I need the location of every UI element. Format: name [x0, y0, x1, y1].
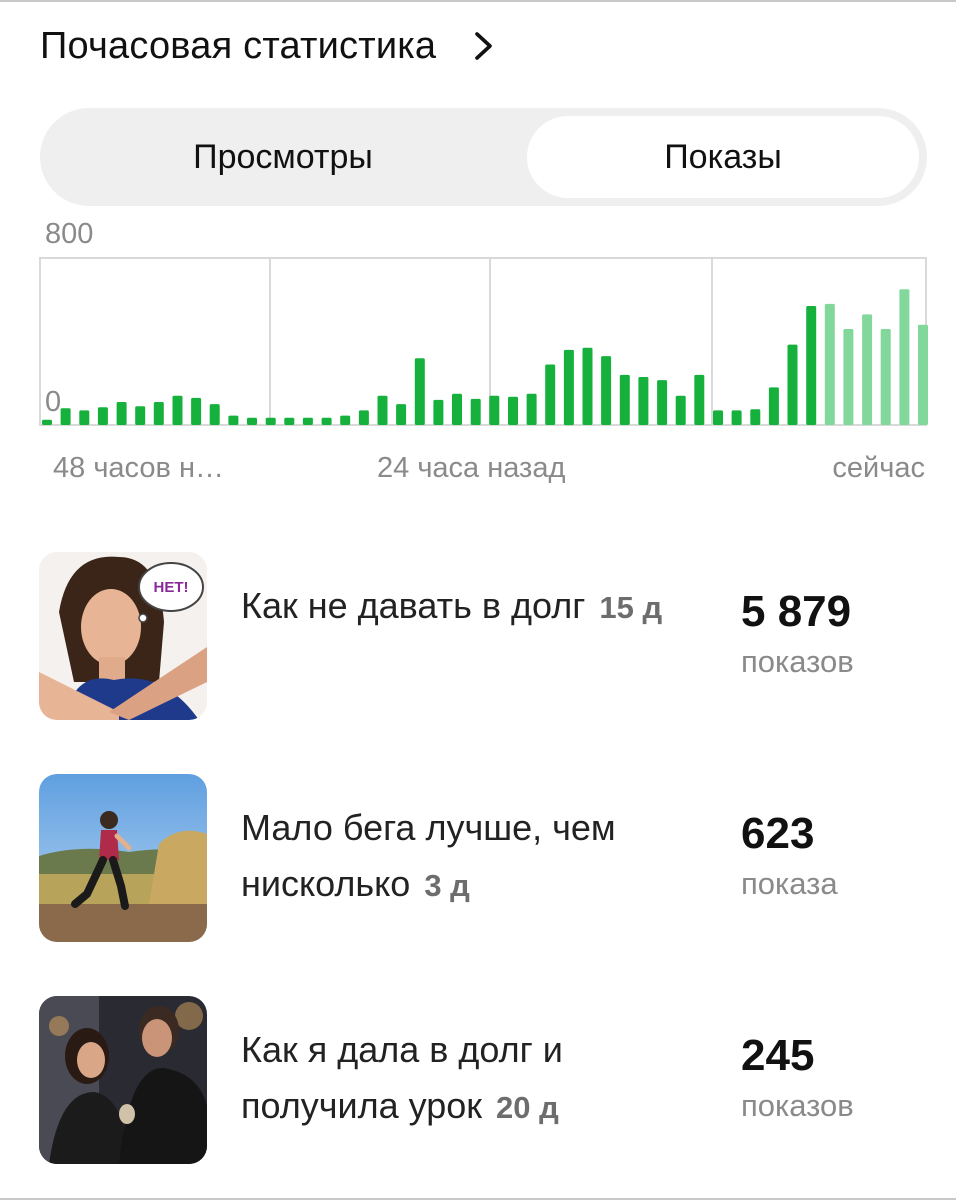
chart-bar	[824, 303, 835, 425]
list-item[interactable]: НЕТ! Как не давать в долг 15 д 5 879 пока…	[39, 552, 919, 720]
article-thumbnail[interactable]	[39, 774, 207, 942]
chart-bar	[42, 419, 52, 425]
chart-bar	[918, 324, 928, 425]
chart-bar	[899, 289, 910, 425]
chart-bar	[731, 410, 742, 425]
x-label-now: сейчас	[832, 452, 925, 484]
svg-text:НЕТ!: НЕТ!	[154, 579, 189, 596]
chart-bar	[694, 374, 705, 425]
chart-bar	[452, 393, 462, 425]
chart-bar	[247, 417, 257, 425]
chart-bar	[713, 410, 723, 425]
y-axis-min-label: 0	[45, 386, 61, 418]
chart-bar	[843, 329, 854, 425]
chart-bar	[358, 410, 369, 425]
chart-bar	[414, 358, 425, 425]
chart-bar	[377, 395, 388, 425]
chart-bar	[489, 395, 500, 425]
list-item[interactable]: Как я дала в долг и получила урок 20 д 24…	[39, 996, 919, 1164]
impressions-unit: показов	[741, 644, 854, 679]
article-age: 20 д	[496, 1090, 559, 1125]
chart-bar	[750, 409, 761, 425]
hourly-bar-chart: 0	[39, 257, 928, 426]
chart-bars	[42, 289, 928, 426]
chart-bar	[657, 380, 668, 425]
chart-bar	[153, 402, 164, 425]
x-label-24h: 24 часа назад	[377, 452, 566, 484]
chart-bar	[582, 347, 593, 425]
chart-bar	[60, 408, 71, 425]
chart-bar	[284, 417, 295, 425]
chart-bar	[302, 417, 313, 425]
chart-bar	[526, 393, 537, 425]
chart-bar	[768, 387, 779, 425]
article-age: 3 д	[424, 868, 470, 903]
chart-bar	[79, 410, 90, 425]
chart-bar	[228, 415, 239, 425]
chart-bar	[675, 395, 686, 425]
chart-bar	[97, 407, 108, 425]
chart-bar	[470, 398, 481, 425]
x-label-48h: 48 часов н…	[53, 452, 224, 484]
impressions-unit: показов	[741, 1088, 854, 1123]
chart-bar	[116, 402, 127, 425]
chart-bar	[638, 377, 649, 425]
chart-bar	[265, 417, 276, 425]
chart-bar	[563, 349, 574, 426]
chart-bar	[806, 306, 817, 425]
article-thumbnail[interactable]: НЕТ!	[39, 552, 207, 720]
chart-bar	[862, 314, 873, 425]
chart-bar	[321, 417, 332, 425]
chart-bar	[209, 404, 220, 425]
chart-bar	[619, 374, 630, 425]
impressions-count: 623	[741, 809, 815, 858]
chart-bar	[545, 364, 556, 425]
impressions-count: 5 879	[741, 587, 852, 636]
article-title[interactable]: Как не давать в долг 15 д	[241, 578, 681, 636]
chart-bar	[191, 397, 202, 425]
list-item[interactable]: Мало бега лучше, чем нисколько 3 д 623 по…	[39, 774, 919, 942]
chart-bar	[433, 399, 444, 425]
chart-bar	[172, 395, 183, 425]
chart-bar	[601, 356, 612, 425]
chart-bar	[787, 344, 798, 425]
impressions-count: 245	[741, 1031, 815, 1080]
chart-bar	[396, 404, 407, 425]
article-title[interactable]: Мало бега лучше, чем нисколько 3 д	[241, 800, 681, 914]
article-title[interactable]: Как я дала в долг и получила урок 20 д	[241, 1022, 681, 1136]
chart-bar	[880, 329, 891, 425]
chart-bar	[508, 396, 518, 425]
article-thumbnail[interactable]	[39, 996, 207, 1164]
article-age: 15 д	[599, 590, 663, 625]
chart-bar	[135, 406, 146, 425]
impressions-unit: показа	[741, 866, 838, 901]
chart-bar	[340, 415, 351, 425]
